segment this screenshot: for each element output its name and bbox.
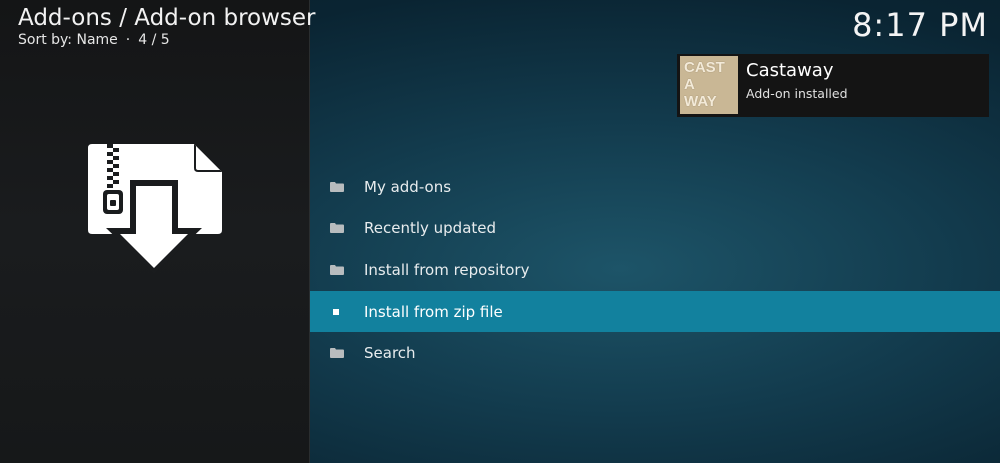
item-position: 4 / 5 <box>138 32 170 48</box>
addon-menu: My add-ons Recently updated Install from… <box>310 166 1000 374</box>
folder-icon <box>330 223 344 234</box>
separator: · <box>125 32 131 48</box>
folder-icon <box>330 181 344 192</box>
menu-item-recently-updated[interactable]: Recently updated <box>310 208 1000 250</box>
menu-item-label: Install from repository <box>364 260 530 279</box>
clock: 8:17 PM <box>852 6 988 44</box>
sort-label: Sort by: Name <box>18 32 118 48</box>
thumb-line-2: A <box>684 76 695 93</box>
page-title: Add-ons / Add-on browser <box>18 5 316 31</box>
thumb-line-3: WAY <box>684 93 717 110</box>
menu-item-search[interactable]: Search <box>310 332 1000 374</box>
notification-title: Castaway <box>746 60 834 81</box>
notification-toast: CAST A WAY Castaway Add-on installed <box>677 54 989 117</box>
zip-download-icon <box>88 144 222 274</box>
header: Add-ons / Add-on browser Sort by: Name · 4… <box>18 4 316 49</box>
addon-thumbnail: CAST A WAY <box>680 56 738 114</box>
menu-item-install-from-zip[interactable]: Install from zip file <box>310 290 1000 333</box>
notification-text: Castaway Add-on installed <box>746 54 848 117</box>
menu-item-label: Recently updated <box>364 219 497 238</box>
menu-item-install-from-repository[interactable]: Install from repository <box>310 249 1000 291</box>
menu-item-label: Search <box>364 344 416 363</box>
notification-subtitle: Add-on installed <box>746 86 848 101</box>
thumb-line-1: CAST <box>684 59 725 76</box>
menu-item-label: My add-ons <box>364 177 452 196</box>
sort-info: Sort by: Name · 4 / 5 <box>18 31 316 49</box>
folder-icon <box>330 264 344 275</box>
folder-icon <box>330 348 344 359</box>
menu-item-label: Install from zip file <box>364 302 503 321</box>
left-panel: Add-ons / Add-on browser Sort by: Name · 4… <box>0 0 316 463</box>
kodi-screen: Add-ons / Add-on browser Sort by: Name · 4… <box>0 0 1000 463</box>
square-icon <box>333 308 339 315</box>
menu-item-my-addons[interactable]: My add-ons <box>310 166 1000 208</box>
